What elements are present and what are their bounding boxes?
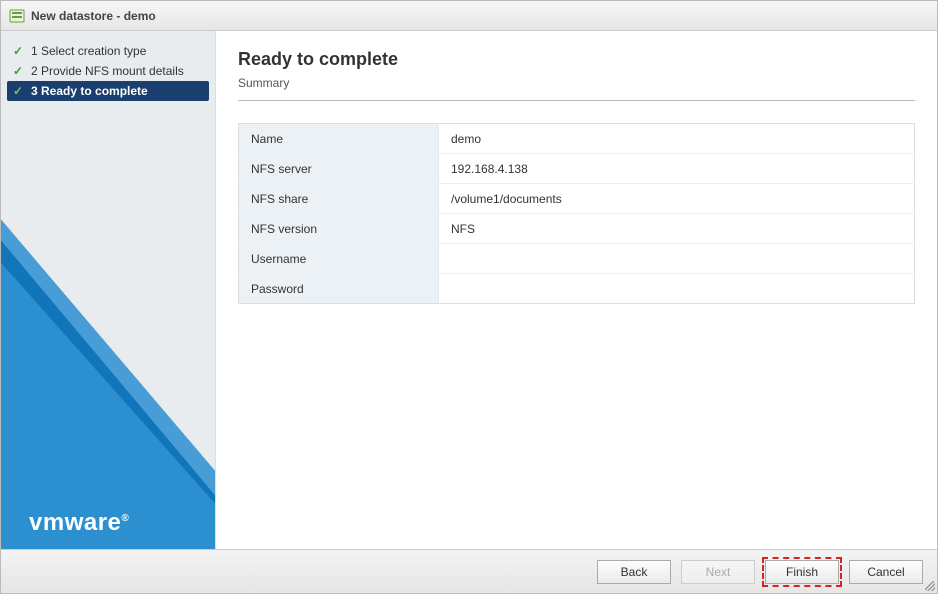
step-ready-to-complete[interactable]: ✓ 3 Ready to complete <box>7 81 209 101</box>
table-row: NFS server 192.168.4.138 <box>239 154 915 184</box>
step-label: 2 Provide NFS mount details <box>31 64 184 78</box>
summary-value-name: demo <box>439 124 915 154</box>
window-title: New datastore - demo <box>31 9 156 23</box>
checkmark-icon: ✓ <box>13 64 25 78</box>
summary-key-username: Username <box>239 244 439 274</box>
summary-key-nfs-version: NFS version <box>239 214 439 244</box>
table-row: Password <box>239 274 915 304</box>
table-row: Username <box>239 244 915 274</box>
wizard-sidebar: ✓ 1 Select creation type ✓ 2 Provide NFS… <box>1 31 216 549</box>
summary-table: Name demo NFS server 192.168.4.138 NFS s… <box>238 123 915 304</box>
summary-key-nfs-server: NFS server <box>239 154 439 184</box>
summary-value-password <box>439 274 915 304</box>
table-row: NFS version NFS <box>239 214 915 244</box>
resize-grip-icon[interactable] <box>925 581 935 591</box>
page-title: Ready to complete <box>238 49 915 70</box>
back-button[interactable]: Back <box>597 560 671 584</box>
table-row: NFS share /volume1/documents <box>239 184 915 214</box>
wizard-steps: ✓ 1 Select creation type ✓ 2 Provide NFS… <box>1 31 215 101</box>
step-select-creation-type[interactable]: ✓ 1 Select creation type <box>7 41 209 61</box>
summary-value-nfs-version: NFS <box>439 214 915 244</box>
summary-value-nfs-server: 192.168.4.138 <box>439 154 915 184</box>
divider <box>238 100 915 101</box>
table-row: Name demo <box>239 124 915 154</box>
wizard-footer: Back Next Finish Cancel <box>1 549 937 593</box>
checkmark-icon: ✓ <box>13 84 25 98</box>
sidebar-decor <box>1 229 216 549</box>
page-subtitle: Summary <box>238 76 915 90</box>
vmware-logo: vmware® <box>29 509 129 537</box>
summary-key-nfs-share: NFS share <box>239 184 439 214</box>
summary-value-username <box>439 244 915 274</box>
checkmark-icon: ✓ <box>13 44 25 58</box>
step-nfs-mount-details[interactable]: ✓ 2 Provide NFS mount details <box>7 61 209 81</box>
step-label: 1 Select creation type <box>31 44 146 58</box>
summary-key-password: Password <box>239 274 439 304</box>
wizard-main-panel: Ready to complete Summary Name demo NFS … <box>216 31 937 549</box>
finish-button[interactable]: Finish <box>765 560 839 584</box>
cancel-button[interactable]: Cancel <box>849 560 923 584</box>
wizard-window: New datastore - demo ✓ 1 Select creation… <box>0 0 938 594</box>
step-label: 3 Ready to complete <box>31 84 148 98</box>
wizard-body: ✓ 1 Select creation type ✓ 2 Provide NFS… <box>1 31 937 549</box>
titlebar[interactable]: New datastore - demo <box>1 1 937 31</box>
summary-key-name: Name <box>239 124 439 154</box>
summary-value-nfs-share: /volume1/documents <box>439 184 915 214</box>
next-button[interactable]: Next <box>681 560 755 584</box>
datastore-icon <box>9 8 25 24</box>
